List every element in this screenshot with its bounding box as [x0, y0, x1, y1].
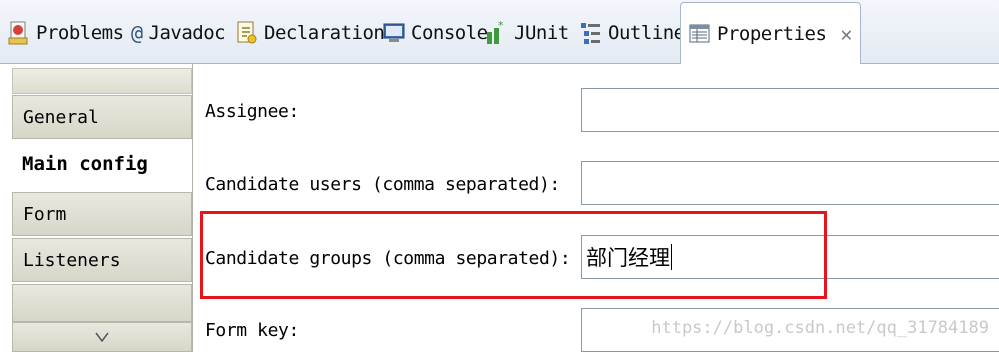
- watermark-text: https://blog.csdn.net/qq_31784189: [651, 318, 989, 338]
- console-icon: [383, 20, 405, 46]
- nav-item-form[interactable]: Form: [12, 192, 192, 236]
- tab-outline-label: Outline: [608, 22, 685, 44]
- view-tab-bar: Problems @ Javadoc Declaration Console *…: [0, 0, 999, 64]
- tab-junit[interactable]: * JUnit: [486, 4, 569, 62]
- candidate-users-field[interactable]: [581, 161, 999, 205]
- assignee-field[interactable]: [581, 88, 999, 132]
- tab-properties[interactable]: Properties ✕: [680, 2, 861, 64]
- tab-console[interactable]: Console: [383, 4, 488, 62]
- nav-item-label: Form: [23, 203, 67, 225]
- form-key-label: Form key:: [205, 320, 299, 341]
- property-section-nav: General Main config Form Listeners: [0, 64, 193, 352]
- nav-item-listeners[interactable]: Listeners: [12, 238, 192, 282]
- assignee-label: Assignee:: [205, 101, 299, 122]
- declaration-icon: [236, 20, 258, 46]
- nav-item-label: Main config: [22, 153, 148, 175]
- tab-console-label: Console: [411, 22, 488, 44]
- tab-properties-label: Properties: [717, 22, 827, 45]
- tab-problems[interactable]: Problems: [8, 4, 124, 62]
- nav-scroll-up-area: [12, 68, 192, 94]
- close-icon[interactable]: ✕: [840, 22, 852, 46]
- tab-javadoc[interactable]: @ Javadoc: [131, 4, 226, 62]
- tab-junit-label: JUnit: [514, 22, 569, 44]
- nav-item-empty: [12, 284, 192, 322]
- tab-problems-label: Problems: [36, 22, 124, 44]
- nav-item-label: Listeners: [23, 249, 121, 271]
- tab-declaration[interactable]: Declaration: [236, 4, 385, 62]
- tab-outline[interactable]: Outline: [580, 4, 685, 62]
- chevron-down-icon: [95, 332, 109, 342]
- javadoc-icon: @: [131, 21, 143, 45]
- nav-scroll-down-button[interactable]: [12, 322, 192, 352]
- tab-declaration-label: Declaration: [264, 22, 385, 44]
- nav-item-label: General: [23, 106, 99, 128]
- junit-icon: *: [486, 19, 508, 46]
- highlight-annotation-box: [200, 211, 827, 299]
- outline-icon: [580, 20, 602, 46]
- tab-javadoc-label: Javadoc: [148, 22, 226, 44]
- problems-icon: [8, 20, 30, 46]
- svg-text:*: *: [498, 20, 504, 32]
- nav-item-general[interactable]: General: [12, 95, 192, 139]
- nav-item-main-config[interactable]: Main config: [12, 142, 192, 186]
- candidate-users-label: Candidate users (comma separated):: [205, 174, 560, 195]
- properties-icon: [689, 21, 711, 47]
